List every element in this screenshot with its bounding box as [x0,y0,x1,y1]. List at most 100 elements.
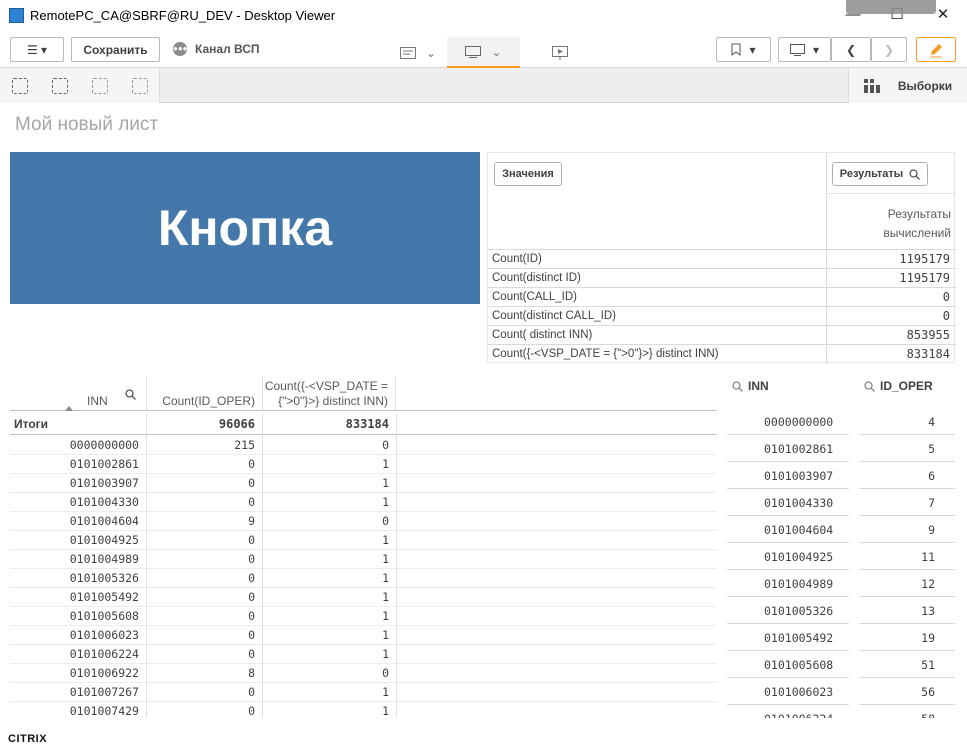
clear-all-icon[interactable] [132,78,148,94]
chevron-down-icon: ▾ [812,42,820,57]
smart-search-icon[interactable] [12,78,28,94]
list-item[interactable]: 5 [859,435,955,462]
step-forward-icon[interactable] [92,78,108,94]
list-item[interactable]: 0000000000 [727,408,849,435]
table-row[interactable]: 0101006922 8 0 [10,664,717,683]
table-row[interactable]: 0101005326 0 1 [10,569,717,588]
inn-cell[interactable]: 0101005326 [10,569,146,588]
channel-selector[interactable]: ●●● Канал ВСП [173,42,260,56]
list-item[interactable]: 6 [859,462,955,489]
save-button[interactable]: Сохранить [71,37,160,62]
inn-cell[interactable]: 0000000000 [10,436,146,455]
table-row[interactable]: 0101003907 0 1 [10,474,717,493]
table-row[interactable]: 0101004925 0 1 [10,531,717,550]
inn-cell[interactable]: 0101002861 [10,455,146,474]
table-row[interactable]: 0101006224 0 1 [10,645,717,664]
kpi-table: Значения Результаты Результаты вычислени… [487,152,956,364]
next-sheet-button[interactable]: ❯ [871,37,907,62]
list-item-label: 0101004925 [764,550,834,564]
expr-header-line1: Count({-<VSP_DATE = [264,379,388,393]
inn-cell[interactable]: 0101007267 [10,683,146,702]
search-icon[interactable] [125,389,136,400]
tab-data-manager[interactable]: ⌄ [393,37,443,68]
edit-sheet-button[interactable] [916,37,956,62]
table-row[interactable]: 0101002861 0 1 [10,455,717,474]
expr-cell: 1 [382,533,389,547]
inn-cell[interactable]: 0101005608 [10,607,146,626]
list-item[interactable]: 0101004604 [727,516,849,543]
list-item[interactable]: 0101006224 [727,705,849,718]
table-row[interactable]: 0101004989 0 1 [10,550,717,569]
list-item[interactable]: 56 [859,678,955,705]
inn-column-header[interactable]: INN [10,376,146,411]
table-row[interactable]: 0000000000 215 0 [10,436,717,455]
selections-tool-button[interactable]: Выборки [848,68,967,103]
list-item[interactable]: 19 [859,624,955,651]
table-row[interactable]: 0101005608 0 1 [10,607,717,626]
table-row[interactable]: 0101004330 0 1 [10,493,717,512]
list-item[interactable]: 58 [859,705,955,718]
inn-filter-header[interactable]: INN [732,379,769,393]
inn-cell[interactable]: 0101006023 [10,626,146,645]
count-oper-cell: 0 [248,495,255,509]
tab-story[interactable] [543,37,577,68]
global-menu-button[interactable]: ☰ ▾ [10,37,64,62]
count-oper-cell: 9 [248,514,255,528]
sheet-icon [789,43,805,56]
expr-column-header[interactable]: Count({-<VSP_DATE = {">0"}>} distinct IN… [262,376,396,411]
list-item[interactable]: 0101002861 [727,435,849,462]
sheets-menu-button[interactable]: ▾ [778,37,831,62]
list-item[interactable]: 0101005608 [727,651,849,678]
story-icon [552,45,568,60]
table-row[interactable]: 0101004604 9 0 [10,512,717,531]
list-item[interactable]: 7 [859,489,955,516]
table-row[interactable]: 0101007429 0 1 [10,702,717,718]
kpi-label: Count(ID) [492,253,542,265]
app-toolbar: ☰ ▾ Сохранить ●●● Канал ВСП ⌄ ⌄ ▾ ▾ ❮ ❯ [0,31,967,68]
inn-cell[interactable]: 0101004989 [10,550,146,569]
inn-cell[interactable]: 0101004925 [10,531,146,550]
tab-sheet[interactable]: ⌄ [447,37,520,68]
expr-cell: 0 [382,514,389,528]
inn-cell[interactable]: 0101007429 [10,702,146,718]
column-divider [146,413,147,718]
results-header-button[interactable]: Результаты [832,162,928,186]
list-item[interactable]: 0101004989 [727,570,849,597]
citrix-toolbar-handle[interactable] [846,0,936,14]
inn-cell[interactable]: 0101006224 [10,645,146,664]
values-header-button[interactable]: Значения [494,162,562,186]
list-item[interactable]: 0101004330 [727,489,849,516]
table-row[interactable]: 0101007267 0 1 [10,683,717,702]
list-item[interactable]: 0101005326 [727,597,849,624]
list-item[interactable]: 9 [859,516,955,543]
list-item[interactable]: 0101003907 [727,462,849,489]
list-item[interactable]: 13 [859,597,955,624]
step-back-icon[interactable] [52,78,68,94]
list-item[interactable]: 51 [859,651,955,678]
oper-filter-header[interactable]: ID_OPER [864,379,933,393]
list-item[interactable]: 0101005492 [727,624,849,651]
inn-cell[interactable]: 0101004604 [10,512,146,531]
inn-cell[interactable]: 0101004330 [10,493,146,512]
action-button[interactable]: Кнопка [10,152,480,304]
list-item[interactable]: 11 [859,543,955,570]
previous-sheet-button[interactable]: ❮ [831,37,871,62]
list-item[interactable]: 0101006023 [727,678,849,705]
list-item[interactable]: 4 [859,408,955,435]
list-item-label: 6 [928,469,935,483]
table-row[interactable]: 0101006023 0 1 [10,626,717,645]
list-item[interactable]: 12 [859,570,955,597]
inn-cell[interactable]: 0101003907 [10,474,146,493]
close-button[interactable]: ✕ [933,6,953,24]
list-item[interactable]: 0101004925 [727,543,849,570]
column-divider [396,413,397,718]
count-oper-cell: 0 [248,457,255,471]
count-oper-column-header[interactable]: Count(ID_OPER) [146,376,262,411]
kpi-value: 0 [942,309,950,323]
inn-cell[interactable]: 0101005492 [10,588,146,607]
bookmarks-button[interactable]: ▾ [716,37,771,62]
search-icon [732,380,743,392]
list-item-label: 13 [921,604,935,618]
inn-cell[interactable]: 0101006922 [10,664,146,683]
table-row[interactable]: 0101005492 0 1 [10,588,717,607]
